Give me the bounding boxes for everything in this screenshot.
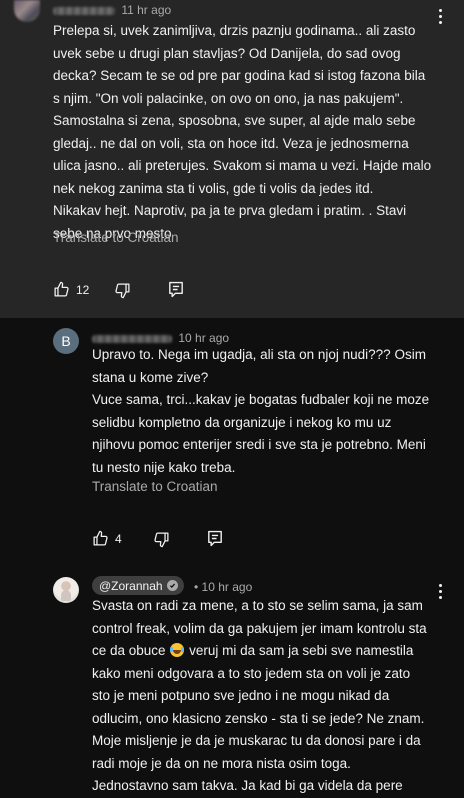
creator-handle-badge[interactable]: @Zorannah — [92, 576, 184, 595]
comment-timestamp-wrap: • 10 hr ago — [194, 580, 253, 594]
thumbs-up-icon — [93, 530, 108, 546]
comment-meta: 11 hr ago — [53, 3, 171, 17]
like-button[interactable]: 4 — [92, 530, 122, 547]
comment-thread-1: 11 hr ago Prelepa si, uvek zanimljiva, d… — [0, 0, 464, 318]
verified-check-icon — [166, 580, 178, 591]
thumbs-up-icon — [54, 281, 69, 297]
laughing-emoji-icon — [170, 643, 185, 657]
translate-link[interactable]: Translate to Croatian — [92, 479, 218, 494]
dislike-button[interactable] — [153, 531, 170, 548]
creator-handle: @Zorannah — [99, 578, 163, 593]
redacted-username — [92, 334, 172, 343]
translate-link[interactable]: Translate to Croatian — [53, 230, 179, 245]
like-count: 12 — [76, 282, 90, 297]
comment-timestamp: 10 hr ago — [178, 331, 230, 345]
avatar[interactable]: B — [53, 328, 79, 354]
comment-timestamp: 10 hr ago — [201, 580, 253, 594]
dislike-button[interactable] — [114, 282, 131, 299]
thumbs-down-icon — [115, 283, 130, 299]
comment-text: Prelepa si, uvek zanimljiva, drzis paznj… — [53, 23, 432, 241]
comment-reply-icon — [169, 281, 183, 298]
avatar[interactable] — [14, 0, 40, 22]
reply-button[interactable] — [168, 281, 184, 298]
comment-meta: 10 hr ago — [92, 331, 229, 345]
reply-button[interactable] — [207, 530, 223, 547]
redacted-username — [53, 6, 115, 15]
like-count: 4 — [115, 531, 122, 546]
comment-timestamp: 11 hr ago — [121, 3, 172, 17]
thumbs-down-icon — [154, 532, 169, 548]
comment-text: Svasta on radi za mene, a to sto se seli… — [92, 598, 427, 793]
comment-reply-icon — [208, 530, 222, 547]
like-button[interactable]: 12 — [53, 281, 89, 298]
comment-text: Upravo to. Nega im ugadja, ali sta on nj… — [92, 347, 430, 475]
avatar[interactable] — [53, 577, 79, 603]
